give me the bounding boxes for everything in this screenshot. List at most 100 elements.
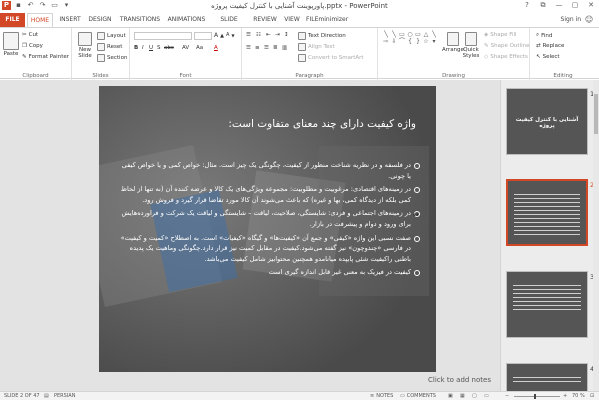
comments-toggle-button[interactable]: ▭ COMMENTS bbox=[400, 393, 436, 399]
line-shape-icon[interactable]: ╲ bbox=[430, 31, 438, 38]
bold-button[interactable]: B bbox=[134, 45, 138, 51]
quick-styles-button[interactable]: Quick Styles bbox=[462, 32, 480, 59]
maximize-button[interactable]: ▢ bbox=[567, 0, 583, 11]
justify-button[interactable]: ≣ bbox=[273, 45, 278, 51]
brace-shape-icon[interactable]: { bbox=[406, 38, 414, 45]
oval-shape-icon[interactable]: ○ bbox=[406, 31, 414, 38]
underline-button[interactable]: U bbox=[149, 45, 153, 51]
paste-button[interactable]: Paste bbox=[3, 32, 19, 57]
tab-slide-show[interactable]: SLIDE SHOW bbox=[210, 13, 248, 37]
ribbon-display-options-button[interactable]: ⧉ bbox=[535, 0, 551, 11]
feedback-smiley-icon[interactable]: ☺ bbox=[584, 15, 594, 25]
slide-thumbnail-selected[interactable] bbox=[506, 179, 588, 246]
numbering-button[interactable]: ☷ bbox=[256, 32, 261, 38]
curve-shape-icon[interactable]: ⌒ bbox=[398, 38, 406, 45]
scrollbar-thumb[interactable] bbox=[594, 94, 598, 134]
reading-view-icon[interactable]: ▢ bbox=[472, 393, 477, 399]
bullets-button[interactable]: ☰ bbox=[246, 32, 251, 38]
normal-view-icon[interactable]: ▣ bbox=[448, 393, 453, 399]
triangle-shape-icon[interactable]: △ bbox=[422, 31, 430, 38]
tab-view[interactable]: VIEW bbox=[282, 13, 302, 27]
reset-button[interactable]: Reset bbox=[97, 43, 122, 51]
center-button[interactable]: ≡ bbox=[255, 45, 260, 51]
zoom-in-button[interactable]: + bbox=[563, 393, 567, 399]
spell-check-icon[interactable]: ▤ bbox=[44, 393, 49, 399]
font-name-box[interactable] bbox=[134, 32, 192, 40]
rectangle-shape-icon[interactable]: ▭ bbox=[398, 31, 406, 38]
decrease-indent-button[interactable]: ⇤ bbox=[266, 32, 271, 38]
tab-transitions[interactable]: TRANSITIONS bbox=[118, 13, 162, 27]
slide-counter[interactable]: SLIDE 2 OF 47 bbox=[4, 393, 40, 399]
slide-thumbnail[interactable] bbox=[506, 271, 588, 338]
tab-fileminimizer[interactable]: FILEminimizer bbox=[306, 13, 348, 27]
strikethrough-button[interactable]: abc bbox=[164, 45, 174, 51]
align-left-button[interactable]: ☰ bbox=[246, 45, 251, 51]
find-button[interactable]: ⌕ Find bbox=[536, 32, 552, 39]
text-direction-button[interactable]: Text Direction bbox=[298, 32, 346, 40]
section-button[interactable]: Section bbox=[97, 54, 127, 62]
thumbnails-scrollbar[interactable] bbox=[593, 80, 599, 391]
tab-home[interactable]: HOME bbox=[27, 13, 53, 27]
columns-button[interactable]: ▥ bbox=[282, 45, 287, 51]
slideshow-view-icon[interactable]: ▭ bbox=[484, 393, 489, 399]
line-shape-icon[interactable]: ╲ bbox=[382, 31, 390, 38]
zoom-slider[interactable] bbox=[514, 394, 560, 399]
help-button[interactable]: ? bbox=[519, 0, 535, 11]
tab-file[interactable]: FILE bbox=[0, 13, 25, 27]
align-right-button[interactable]: ☰ bbox=[264, 45, 269, 51]
notes-toggle-button[interactable]: ≡ NOTES bbox=[370, 393, 393, 399]
tab-design[interactable]: DESIGN bbox=[86, 13, 114, 27]
slide-sorter-icon[interactable]: ▦ bbox=[460, 393, 465, 399]
slide-thumbnail[interactable]: آشنایی با کنترل کیفیت پروژه bbox=[506, 88, 588, 155]
arrow-shape-icon[interactable]: ⇨ bbox=[382, 38, 390, 45]
line-spacing-button[interactable]: ↕ bbox=[284, 32, 289, 38]
character-spacing-button[interactable]: AV bbox=[182, 45, 189, 51]
zoom-level[interactable]: 70 % bbox=[572, 393, 585, 399]
arrow-shape-icon[interactable]: ⇩ bbox=[390, 38, 398, 45]
format-painter-button[interactable]: ✎ Format Painter bbox=[22, 54, 69, 60]
zoom-out-button[interactable]: − bbox=[505, 393, 509, 399]
language-indicator[interactable]: PERSIAN bbox=[54, 393, 75, 399]
grow-font-button[interactable]: A ▲ bbox=[214, 32, 224, 39]
fit-slide-icon[interactable]: ⊡ bbox=[590, 393, 594, 399]
notes-placeholder[interactable]: Click to add notes bbox=[428, 376, 491, 384]
replace-button[interactable]: ⇄ Replace bbox=[536, 43, 564, 49]
rectangle-shape-icon[interactable]: ▭ bbox=[414, 31, 422, 38]
slide-title[interactable]: واژه کیفیت دارای چند معنای متفاوت است: bbox=[228, 118, 416, 130]
minimize-button[interactable]: — bbox=[551, 0, 567, 11]
close-button[interactable]: ✕ bbox=[583, 0, 599, 11]
font-size-box[interactable] bbox=[194, 32, 212, 40]
gallery-more-icon[interactable]: ▾ bbox=[430, 38, 438, 45]
change-case-button[interactable]: Aa bbox=[196, 45, 203, 51]
star-shape-icon[interactable]: ☆ bbox=[422, 38, 430, 45]
brace-shape-icon[interactable]: } bbox=[414, 38, 422, 45]
new-slide-button[interactable]: New Slide bbox=[75, 32, 95, 59]
layout-button[interactable]: Layout bbox=[97, 32, 126, 40]
italic-button[interactable]: I bbox=[142, 45, 144, 51]
slide-thumbnails-pane[interactable]: آشنایی با کنترل کیفیت پروژه 1 2 3 4 bbox=[500, 80, 599, 393]
tab-animations[interactable]: ANIMATIONS bbox=[165, 13, 208, 27]
shape-fill-button[interactable]: ◈ Shape Fill bbox=[484, 32, 517, 38]
arrange-button[interactable]: Arrange bbox=[442, 32, 464, 53]
copy-button[interactable]: ❐ Copy bbox=[22, 43, 43, 49]
convert-to-smartart-button[interactable]: Convert to SmartArt bbox=[298, 54, 364, 62]
cut-button[interactable]: ✂ Cut bbox=[22, 32, 38, 38]
sign-in-link[interactable]: Sign in bbox=[561, 13, 581, 27]
slide-editing-area[interactable]: واژه کیفیت دارای چند معنای متفاوت است: د… bbox=[0, 80, 500, 391]
zoom-slider-knob[interactable] bbox=[534, 394, 536, 399]
line-shape-icon[interactable]: ╲ bbox=[390, 31, 398, 38]
font-color-button[interactable]: A bbox=[214, 45, 218, 51]
increase-indent-button[interactable]: ⇥ bbox=[275, 32, 280, 38]
current-slide[interactable]: واژه کیفیت دارای چند معنای متفاوت است: د… bbox=[99, 86, 436, 372]
tab-insert[interactable]: INSERT bbox=[57, 13, 83, 27]
shrink-font-button[interactable]: A ▼ bbox=[226, 32, 235, 38]
tab-review[interactable]: REVIEW bbox=[250, 13, 280, 27]
align-text-button[interactable]: Align Text bbox=[298, 43, 335, 51]
shadow-button[interactable]: S bbox=[157, 45, 161, 51]
shapes-gallery[interactable]: ╲ ╲ ▭ ○ ▭ △ ╲ ⇨ ⇩ ⌒{} ☆ ▾ bbox=[382, 31, 438, 59]
shape-effects-button[interactable]: ◇ Shape Effects bbox=[484, 54, 528, 60]
shape-outline-button[interactable]: ✎ Shape Outline bbox=[484, 43, 529, 49]
slide-thumbnail[interactable] bbox=[506, 363, 588, 393]
select-button[interactable]: ↖ Select bbox=[536, 54, 560, 60]
slide-body-text[interactable]: در فلسفه و در نظریه شناخت منظور از کیفیت… bbox=[120, 160, 420, 281]
